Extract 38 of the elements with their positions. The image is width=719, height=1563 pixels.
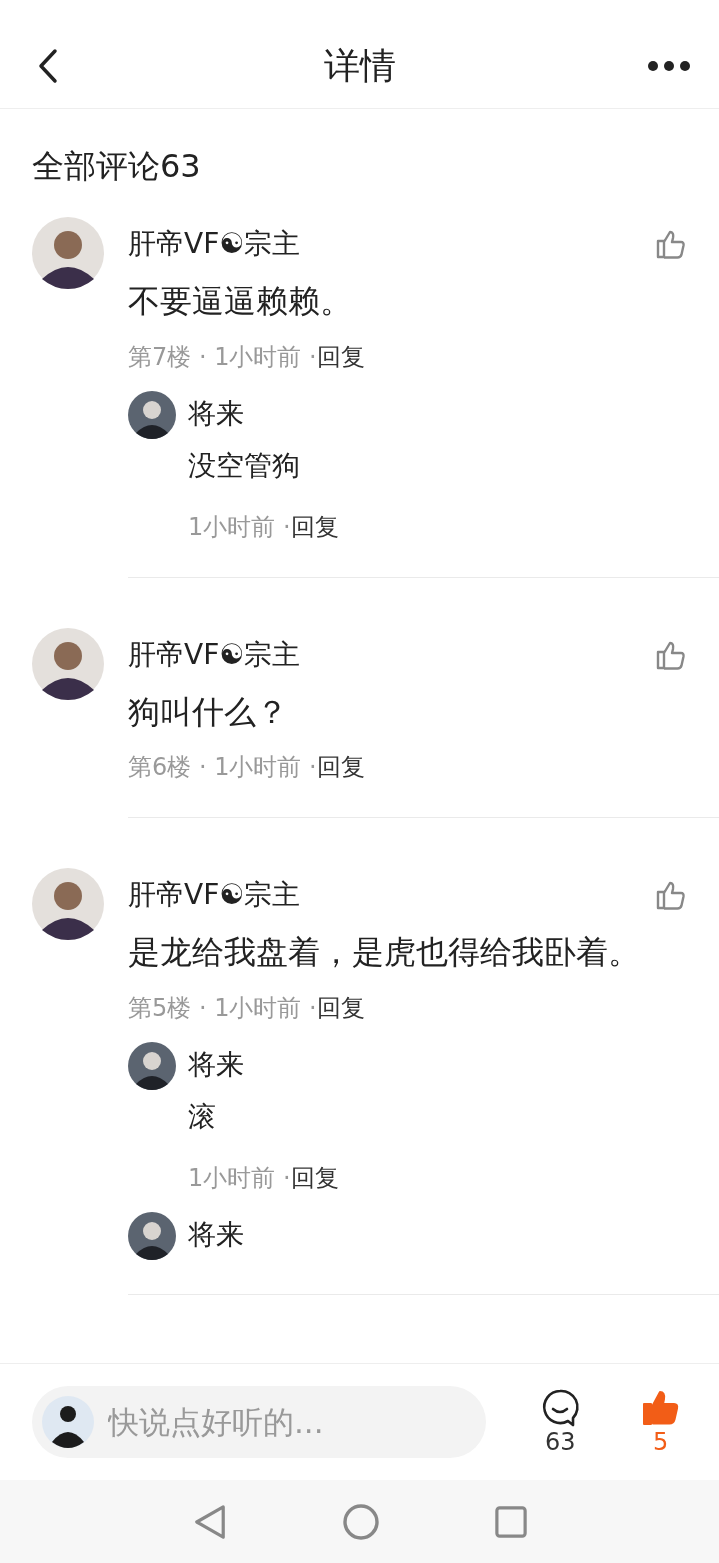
author-name: 肝帝VF☯宗主 xyxy=(128,226,301,262)
section-title: 全部评论63 xyxy=(32,146,202,187)
avatar xyxy=(128,390,176,439)
reply-link[interactable]: 回复 xyxy=(290,1163,339,1192)
reply-meta: 1小时前 · xyxy=(188,1163,291,1192)
avatar xyxy=(42,1396,94,1448)
reply-text: 滚 xyxy=(188,1098,217,1135)
page-title: 详情 xyxy=(323,43,396,88)
more-icon[interactable] xyxy=(647,60,691,72)
avatar xyxy=(128,1211,176,1260)
reply-meta: 1小时前 · xyxy=(188,512,291,541)
like-icon[interactable] xyxy=(655,879,687,912)
author-name: 将来 xyxy=(188,1216,244,1253)
back-icon[interactable] xyxy=(38,48,58,84)
reply-link[interactable]: 回复 xyxy=(316,753,365,782)
reply-link[interactable]: 回复 xyxy=(316,993,365,1022)
recents-icon[interactable] xyxy=(494,1505,527,1538)
author-name: 将来 xyxy=(188,1046,245,1083)
author-name: 肝帝VF☯宗主 xyxy=(128,877,301,914)
reply-link[interactable]: 回复 xyxy=(290,512,339,541)
like-icon[interactable] xyxy=(655,228,687,260)
reply-text: 没空管狗 xyxy=(188,447,301,484)
comment-meta: 第5楼 · 1小时前 · xyxy=(128,993,317,1022)
comment-text: 是龙给我盘着，是虎也得给我卧着。 xyxy=(128,932,641,974)
comment-text: 狗叫什么？ xyxy=(128,691,289,733)
comment-text: 不要逼逼赖赖。 xyxy=(128,281,353,322)
author-name: 将来 xyxy=(188,395,245,432)
home-icon[interactable] xyxy=(342,1503,379,1540)
author-name: 肝帝VF☯宗主 xyxy=(128,636,301,673)
reply-link[interactable]: 回复 xyxy=(316,342,365,371)
avatar xyxy=(128,1041,176,1090)
avatar xyxy=(32,217,104,289)
comment-meta: 第6楼 · 1小时前 · xyxy=(128,753,317,782)
like-count: 5 xyxy=(653,1428,669,1456)
comment-meta: 第7楼 · 1小时前 · xyxy=(128,342,317,371)
comment-icon[interactable] xyxy=(540,1388,581,1428)
like-icon[interactable] xyxy=(640,1388,681,1428)
comment-count: 63 xyxy=(544,1428,576,1456)
